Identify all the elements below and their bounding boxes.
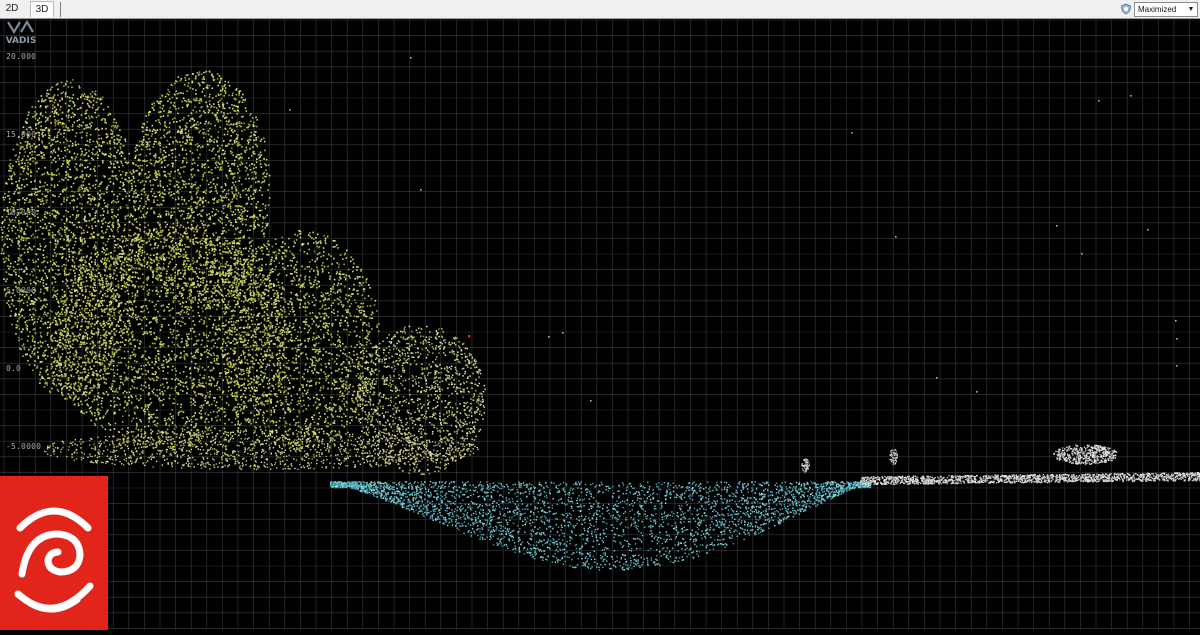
y-axis-label: -5.0000 <box>6 442 41 451</box>
tab-2d[interactable]: 2D <box>2 1 22 17</box>
toolbar-divider <box>60 2 61 17</box>
figure-points <box>802 458 811 473</box>
view-mode-select[interactable]: Maximized ▼ <box>1134 2 1198 17</box>
y-axis-label: 15.000 <box>6 130 36 139</box>
y-axis-label: 0.0 <box>6 364 21 373</box>
point-cloud-canvas[interactable] <box>0 19 1200 630</box>
point-cloud-viewport[interactable]: VADIS 20.000 15.000 10.000 5.0000 0.0 -5… <box>0 19 1200 630</box>
rnz-logo <box>0 476 108 630</box>
y-axis-label: 20.000 <box>6 52 36 61</box>
tree-cluster <box>356 326 486 476</box>
chevron-down-icon: ▼ <box>1186 4 1196 15</box>
road-points <box>860 472 1200 485</box>
y-axis-label: 5.0000 <box>6 286 36 295</box>
view-mode-value: Maximized <box>1138 5 1176 14</box>
y-axis-label: 10.000 <box>6 208 36 217</box>
toolbar: 2D 3D Maximized ▼ <box>0 0 1200 19</box>
tab-3d[interactable]: 3D <box>30 1 54 17</box>
vadis-logo: VADIS <box>0 19 42 47</box>
river-bed-points <box>330 481 871 571</box>
view-shield-icon[interactable] <box>1120 3 1132 15</box>
vadis-logo-text: VADIS <box>6 36 37 46</box>
rnz-swirl-icon <box>0 476 108 630</box>
vehicle-points <box>1053 445 1117 466</box>
undergrowth <box>44 429 479 470</box>
